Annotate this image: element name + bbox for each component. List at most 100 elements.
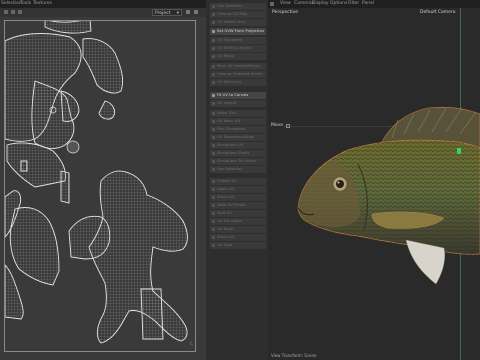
tool-item[interactable]: UV Warp HD: [210, 118, 266, 125]
tool-label: Set UVW From Projection: [217, 28, 265, 33]
menu-view[interactable]: View: [280, 1, 291, 6]
tool-label: Stitch UV: [217, 234, 235, 239]
tool-item[interactable]: Unwrap UV Map: [210, 11, 266, 18]
tool-label: Apply UV: [217, 186, 235, 191]
tool-item[interactable]: Stitch UV: [210, 194, 266, 201]
tool-label: Stitch UV: [217, 194, 235, 199]
menu-selection[interactable]: Selection: [1, 1, 22, 6]
tool-icon: [212, 203, 215, 207]
tool-item[interactable]: UV Relax: [210, 53, 266, 60]
tool-icon: [212, 143, 215, 147]
tool-icon: [212, 29, 215, 33]
tool-item[interactable]: Uvs Selection: [210, 166, 266, 173]
3d-viewport[interactable]: Perspective Default Camera Move View Tra…: [268, 8, 480, 360]
tool-icon: [212, 135, 215, 139]
chevron-down-icon: ▾: [176, 11, 179, 16]
tool-label: UV Tape: [217, 242, 233, 247]
tool-label: Straighten UV: [217, 142, 244, 147]
tool-icon: [212, 235, 215, 239]
tool-item[interactable]: UV Transform: [210, 218, 266, 225]
menu-display[interactable]: Display: [312, 1, 329, 6]
tool-icon: [212, 219, 215, 223]
tool-icon: [212, 38, 215, 42]
uv-editor[interactable]: Project ▾ C: [0, 8, 206, 360]
tool-label: Uvs Selection: [217, 3, 243, 8]
tool-icon: [212, 211, 215, 215]
uv-tool-icon[interactable]: [18, 10, 22, 14]
menu-filter[interactable]: Filter: [348, 1, 359, 6]
set-uvw-button[interactable]: Set UVW From Projection: [210, 28, 266, 35]
tool-item[interactable]: UV Seams Uns: [210, 19, 266, 26]
tool-item[interactable]: Unwrap Selected Shells: [210, 71, 266, 78]
tool-label: UV Shell & Unfold: [217, 45, 251, 50]
tool-icon: [212, 101, 215, 105]
fish-model[interactable]: [268, 8, 480, 360]
close-icon[interactable]: [194, 10, 198, 14]
tool-label: Unwrap Selected Shells: [217, 71, 262, 76]
tool-item[interactable]: Uvs Selection: [210, 3, 266, 10]
uv-canvas[interactable]: [4, 18, 196, 352]
tool-item[interactable]: Stitch UV: [210, 234, 266, 241]
uv-toolbar: Project ▾: [0, 8, 206, 17]
uv-set-value: Project: [155, 11, 171, 16]
tool-item[interactable]: Straighten Shells: [210, 150, 266, 157]
tool-label: UV Shell Uns: [217, 79, 242, 84]
tool-item[interactable]: Pack UV Islands/Merge: [210, 63, 266, 70]
uv-set-dropdown[interactable]: Project ▾: [152, 9, 182, 16]
tool-item[interactable]: Relax UVs: [210, 110, 266, 117]
tool-label: UV Transform: [217, 37, 243, 42]
menu-cameras[interactable]: Cameras: [294, 1, 314, 6]
tool-item[interactable]: UV Edge: [210, 226, 266, 233]
tool-label: UV Relax: [217, 53, 235, 58]
menu-panel[interactable]: Panel: [362, 1, 374, 6]
tool-icon: [212, 20, 215, 24]
tool-icon: [212, 54, 215, 58]
uv-corner-label: C: [190, 342, 194, 347]
tool-icon: [212, 227, 215, 231]
tool-label: Pick Straighten: [217, 126, 246, 131]
tool-label: Split UV: [217, 210, 233, 215]
menu-options[interactable]: Options: [330, 1, 347, 6]
tool-icon: [212, 151, 215, 155]
tool-icon: [212, 187, 215, 191]
tool-item[interactable]: Split UV: [210, 210, 266, 217]
tool-label: UV Transform: [217, 218, 243, 223]
tool-item[interactable]: UV Shell & Unfold: [210, 45, 266, 52]
tool-icon: [212, 72, 215, 76]
tool-item[interactable]: UV Tape: [210, 242, 266, 249]
tool-icon: [212, 46, 215, 50]
tool-icon: [212, 195, 215, 199]
tool-label: Relax UVs: [217, 110, 236, 115]
fit-uv-button[interactable]: Fit UV to Canvas: [210, 92, 266, 99]
tool-icon: [212, 167, 215, 171]
uv-tool-icon[interactable]: [4, 10, 8, 14]
tool-item[interactable]: Straighten Tilt Island: [210, 158, 266, 165]
tool-label: Fit UV to Canvas: [217, 92, 249, 97]
tool-label: Pack UV Islands/Merge: [217, 63, 260, 68]
tool-item[interactable]: Weld UV Points: [210, 202, 266, 209]
tool-item[interactable]: Straighten UV: [210, 142, 266, 149]
tool-label: Straighten Tilt Island: [217, 158, 257, 163]
tool-label: Flatten UV: [217, 178, 237, 183]
tool-label: Unwrap UV Map: [217, 11, 248, 16]
tool-label: Weld UV Points: [217, 202, 246, 207]
tool-item[interactable]: UV Shell Uns: [210, 79, 266, 86]
tool-item[interactable]: UV Layout: [210, 100, 266, 107]
tool-item[interactable]: Pick Straighten: [210, 126, 266, 133]
tool-icon: [212, 179, 215, 183]
tool-item[interactable]: UV Transform: [210, 37, 266, 44]
tool-item[interactable]: UV Straighten/Align: [210, 134, 266, 141]
tool-icon: [212, 64, 215, 68]
settings-icon[interactable]: [186, 10, 190, 14]
tool-label: UV Straighten/Align: [217, 134, 255, 139]
tool-icon: [212, 119, 215, 123]
tool-label: Straighten Shells: [217, 150, 250, 155]
menu-tools[interactable]: Tools: [20, 1, 31, 6]
menu-textures[interactable]: Textures: [33, 1, 52, 6]
tool-item[interactable]: Apply UV: [210, 186, 266, 193]
uv-tool-icon[interactable]: [11, 10, 15, 14]
tool-icon: [212, 111, 215, 115]
tool-item[interactable]: Flatten UV: [210, 178, 266, 185]
panel-icon[interactable]: [270, 2, 274, 6]
tool-label: Uvs Selection: [217, 166, 243, 171]
